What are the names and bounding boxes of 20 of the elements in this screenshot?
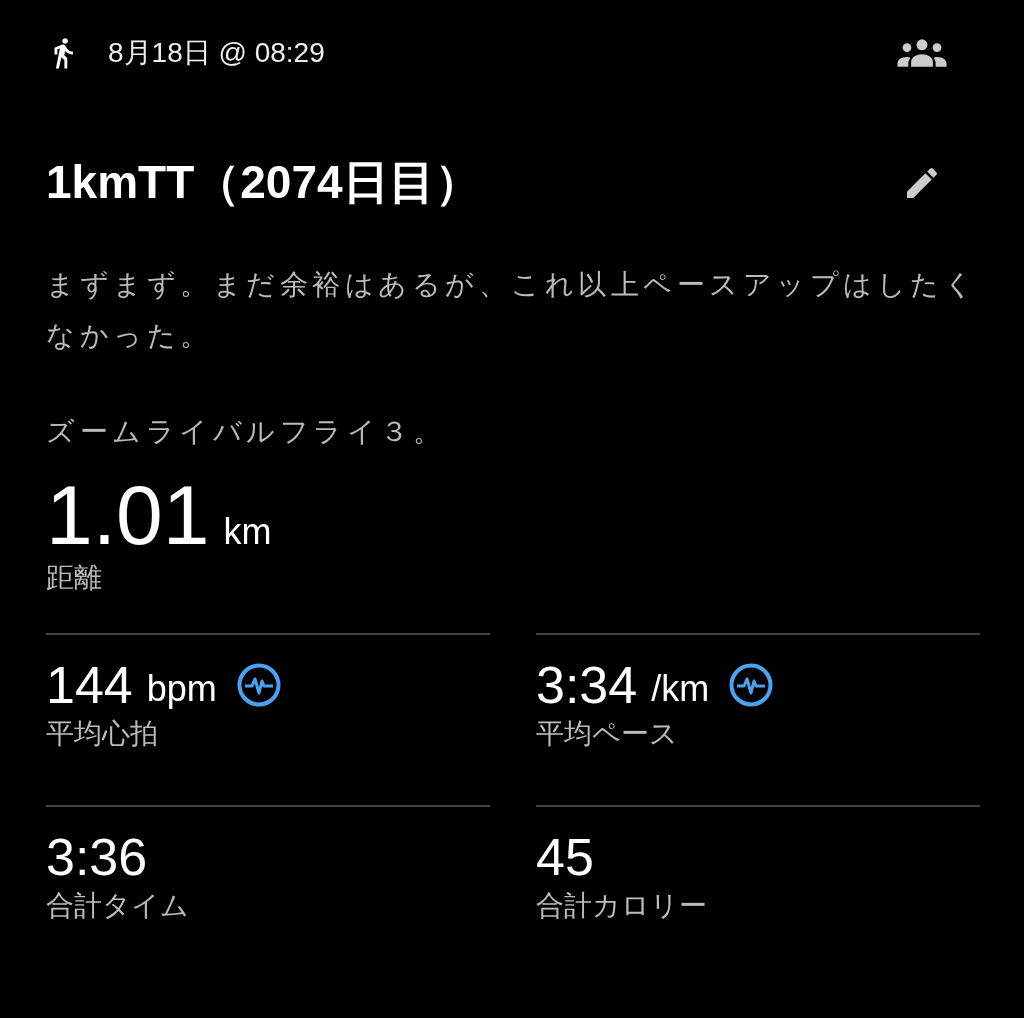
stat-label: 合計タイム bbox=[46, 889, 190, 923]
stat-unit: bpm bbox=[146, 668, 217, 710]
stat-label: 合計カロリー bbox=[536, 889, 708, 923]
heart-rate-icon[interactable] bbox=[236, 663, 281, 707]
stat-value: 45 bbox=[536, 827, 594, 887]
distance-value: 1.01 bbox=[46, 467, 210, 563]
stat-value: 3:36 bbox=[46, 827, 148, 887]
distance-label: 距離 bbox=[46, 561, 103, 595]
stat-label: 平均ペース bbox=[536, 717, 679, 751]
activity-date: 8月18日 @ 08:29 bbox=[108, 36, 325, 70]
heart-rate-icon[interactable] bbox=[729, 663, 774, 707]
stat-label: 平均心拍 bbox=[46, 717, 159, 751]
activity-title: 1kmTT（2074日目） bbox=[46, 155, 481, 210]
stat-value: 3:34 bbox=[536, 655, 638, 715]
activity-note: まずまず。まだ余裕はあるが、これ以上ペースアップはしたくなかった。 bbox=[46, 268, 978, 353]
activity-note: ズームライバルフライ３。 bbox=[46, 415, 446, 449]
stat-value: 144 bbox=[46, 655, 133, 715]
distance-unit: km bbox=[223, 511, 272, 553]
group-icon[interactable] bbox=[896, 38, 948, 68]
stat-unit: /km bbox=[651, 668, 710, 710]
